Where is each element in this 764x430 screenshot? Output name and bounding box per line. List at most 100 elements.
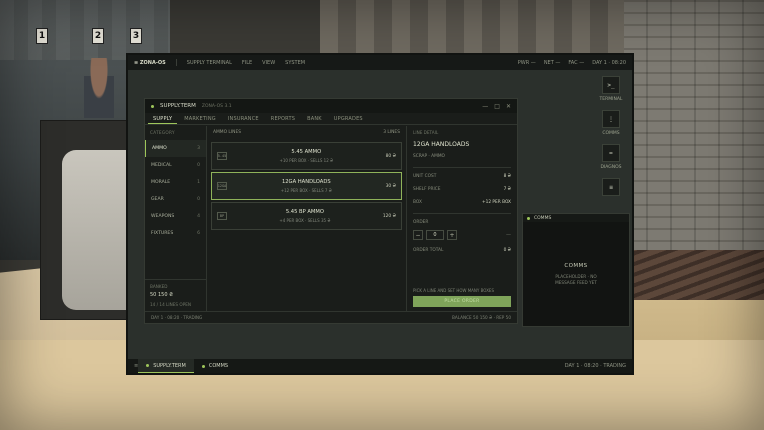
taskbar: ≡ SUPPLY.TERM COMMS DAY 1 · 08:20 · TRAD… [128, 359, 632, 373]
quantity-value[interactable]: 0 [426, 230, 444, 240]
kv-label: BOX [413, 200, 422, 205]
maximize-icon[interactable]: □ [494, 103, 500, 110]
taskbar-comms[interactable]: COMMS [194, 359, 236, 373]
comms-title-bar[interactable]: COMMS [523, 214, 629, 222]
place-order-button[interactable]: PLACE ORDER [413, 296, 511, 307]
tab-upgrades[interactable]: UPGRADES [329, 113, 368, 124]
close-icon[interactable]: ✕ [506, 103, 511, 110]
decrement-button[interactable]: − [413, 230, 423, 240]
category-label: MORALE [151, 180, 171, 185]
line-info: 12GA HANDLOADS +12 PER BOX · SELLS 7 ₴ [227, 179, 386, 193]
detail-title: 12GA HANDLOADS [413, 141, 470, 148]
desktop-icon-label: COMMS [602, 131, 620, 136]
category-ammo[interactable]: AMMO 3 [145, 140, 206, 157]
menu-system[interactable]: SYSTEM [285, 60, 305, 66]
line-price: 80 ₴ [385, 153, 396, 159]
desktop-icon-comms[interactable]: ⋮ COMMS [602, 110, 620, 136]
kv-label: ORDER TOTAL [413, 248, 444, 253]
desktop-icon-label: DIAGNOS [600, 165, 622, 170]
category-count: 0 [197, 163, 200, 168]
os-top-bar: ≡ ZONA-OS SUPPLY TERMINAL FILE VIEW SYST… [128, 55, 632, 70]
order-hint: PICK A LINE AND SET HOW MANY BOXES [413, 288, 494, 293]
increment-button[interactable]: + [447, 230, 457, 240]
tab-marketing[interactable]: MARKETING [179, 113, 221, 124]
order-total: 0 ₴ [503, 248, 511, 253]
category-count: 1 [197, 180, 200, 185]
category-header: CATEGORY [150, 130, 175, 135]
comms-status-dot [527, 216, 530, 220]
detail-unit-cost: UNIT COST 8 ₴ [413, 174, 511, 179]
divider [413, 167, 511, 168]
category-medical[interactable]: MEDICAL 0 [145, 157, 206, 174]
quantity-stepper: − 0 + — [413, 230, 511, 240]
window-title-bar[interactable]: SUPPLY.TERM ZONA-OS 3.1 — □ ✕ [145, 99, 517, 113]
window-title: SUPPLY.TERM [160, 103, 196, 109]
lines-header: AMMO LINES [213, 130, 242, 135]
line-meta: +12 PER BOX · SELLS 7 ₴ [280, 188, 332, 193]
category-count: 0 [197, 197, 200, 202]
menu-file[interactable]: FILE [242, 60, 252, 66]
detail-box: BOX +12 PER BOX [413, 200, 511, 205]
status-left: DAY 1 · 08:20 · TRADING [151, 315, 203, 320]
line-row[interactable]: BP 5.45 BP AMMO +4 PER BOX · SELLS 35 ₴ … [211, 202, 402, 230]
supply-window: SUPPLY.TERM ZONA-OS 3.1 — □ ✕ SUPPLY MAR… [144, 98, 518, 324]
line-name: 5.45 AMMO [291, 149, 322, 155]
comms-window: COMMS COMMS PLACEHOLDER · NO MESSAGE FEE… [522, 213, 630, 327]
category-label: WEAPONS [151, 214, 175, 219]
os-logo: ≡ ZONA-OS [134, 59, 166, 66]
lines-header-row: AMMO LINES 3 LINES [211, 130, 402, 142]
taskbar-label: COMMS [208, 363, 229, 369]
line-price: 30 ₴ [385, 183, 396, 189]
minimize-icon[interactable]: — [482, 103, 488, 110]
desktop: >_ TERMINAL ⋮ COMMS = DIAGNOS ≡ SUPPLY.T… [128, 70, 632, 359]
detail-header: LINE DETAIL [413, 130, 439, 135]
desktop-icons: >_ TERMINAL ⋮ COMMS = DIAGNOS ≡ [594, 76, 628, 196]
window-status-dot [151, 104, 154, 108]
tab-bank[interactable]: BANK [302, 113, 327, 124]
ammo-badge-icon: 12GA [217, 182, 227, 190]
line-row-selected[interactable]: 12GA 12GA HANDLOADS +12 PER BOX · SELLS … [211, 172, 402, 200]
line-meta: +4 PER BOX · SELLS 35 ₴ [279, 218, 331, 223]
line-row[interactable]: 5.45 5.45 AMMO +10 PER BOX · SELLS 12 ₴ … [211, 142, 402, 170]
task-dot [201, 364, 205, 368]
desktop-icon-terminal[interactable]: >_ TERMINAL [599, 76, 623, 102]
comms-placeholder: PLACEHOLDER · NO MESSAGE FEED YET [555, 273, 597, 285]
comms-icon: ⋮ [602, 110, 620, 128]
ammo-badge-icon: 5.45 [217, 152, 227, 160]
kv-value: +12 PER BOX [481, 200, 511, 205]
menu-view[interactable]: VIEW [262, 60, 275, 66]
net-status: NET — [543, 59, 561, 66]
window-status-bar: DAY 1 · 08:20 · TRADING BALANCE 50 150 ₴… [145, 311, 517, 323]
taskbar-status: DAY 1 · 08:20 · TRADING [564, 363, 626, 369]
order-total-row: ORDER TOTAL 0 ₴ [413, 248, 511, 253]
desktop-icon-diagnostics[interactable]: = DIAGNOS [600, 144, 622, 170]
tab-supply[interactable]: SUPPLY [148, 113, 178, 124]
taskbar-label: SUPPLY.TERM [153, 362, 186, 369]
window-version: ZONA-OS 3.1 [201, 103, 232, 109]
category-weapons[interactable]: WEAPONS 4 [145, 208, 206, 225]
tab-bar: SUPPLY MARKETING INSURANCE REPORTS BANK … [145, 113, 517, 125]
fac-status: FAC — [568, 59, 585, 66]
clock: DAY 1 · 08:20 [592, 59, 626, 66]
detail-shelf-price: SHELF PRICE 7 ₴ [413, 187, 511, 192]
category-fixtures[interactable]: FIXTURES 6 [145, 225, 206, 242]
category-label: AMMO [152, 146, 167, 151]
category-label: MEDICAL [151, 163, 172, 168]
comms-title: COMMS [534, 215, 552, 221]
comms-body: COMMS PLACEHOLDER · NO MESSAGE FEED YET [523, 222, 629, 326]
kv-value: 7 ₴ [503, 187, 511, 192]
line-name: 5.45 BP AMMO [285, 209, 324, 215]
taskbar-supply[interactable]: SUPPLY.TERM [138, 359, 194, 373]
category-label: FIXTURES [151, 231, 174, 236]
line-info: 5.45 AMMO +10 PER BOX · SELLS 12 ₴ [227, 149, 386, 163]
power-status: PWR — [517, 59, 536, 66]
desktop-icon-settings[interactable]: ≡ [602, 178, 620, 196]
kv-label: SHELF PRICE [413, 187, 441, 192]
category-morale[interactable]: MORALE 1 [145, 174, 206, 191]
tab-insurance[interactable]: INSURANCE [223, 113, 264, 124]
category-gear[interactable]: GEAR 0 [145, 191, 206, 208]
ammo-badge-icon: BP [217, 212, 227, 220]
order-header: ORDER [413, 220, 429, 225]
desktop-icon-label: TERMINAL [599, 97, 623, 102]
tab-reports[interactable]: REPORTS [266, 113, 300, 124]
